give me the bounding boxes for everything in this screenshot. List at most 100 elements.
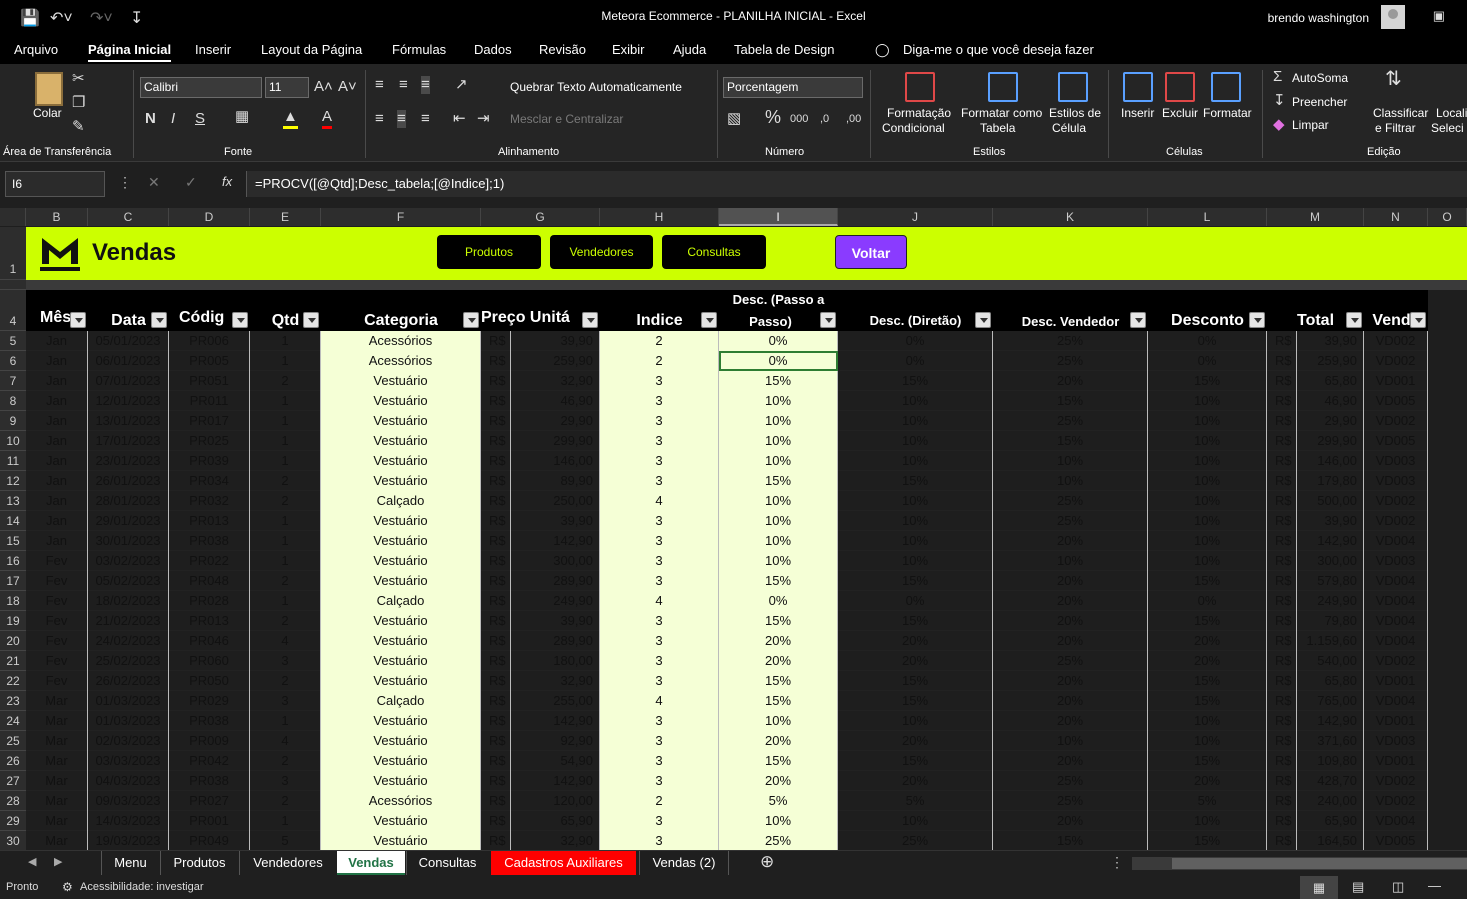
cell-total-currency[interactable]: R$ bbox=[1267, 331, 1297, 351]
cell-preco-currency[interactable]: R$ bbox=[481, 331, 511, 351]
align-middle-icon[interactable]: ≡ bbox=[399, 76, 408, 94]
cell-desc-vendedor[interactable]: 25% bbox=[993, 511, 1148, 531]
delete-cells-icon[interactable] bbox=[1165, 72, 1195, 102]
cell-total-currency[interactable]: R$ bbox=[1267, 371, 1297, 391]
cell-qtd[interactable]: 3 bbox=[250, 651, 321, 671]
cell-desc-vendedor[interactable]: 20% bbox=[993, 811, 1148, 831]
cell-desc-diretao[interactable]: 20% bbox=[838, 731, 993, 751]
cell-desc-vendedor[interactable]: 20% bbox=[993, 631, 1148, 651]
avatar[interactable] bbox=[1381, 5, 1405, 29]
cell-desc-passo[interactable]: 0% bbox=[719, 331, 838, 351]
col-header-c[interactable]: C bbox=[88, 208, 169, 226]
cell-preco[interactable]: 92,90 bbox=[511, 731, 600, 751]
cell-mes[interactable]: Jan bbox=[26, 411, 88, 431]
cell-vendedor[interactable]: VD002 bbox=[1364, 491, 1428, 511]
cell-qtd[interactable]: 2 bbox=[250, 791, 321, 811]
cell-total-currency[interactable]: R$ bbox=[1267, 811, 1297, 831]
cell-qtd[interactable]: 2 bbox=[250, 671, 321, 691]
cell-desconto[interactable]: 15% bbox=[1148, 751, 1267, 771]
shrink-font-icon[interactable]: A˅ bbox=[338, 78, 357, 96]
cut-icon[interactable]: ✂ bbox=[72, 70, 85, 88]
cell-vendedor[interactable]: VD001 bbox=[1364, 711, 1428, 731]
row-header[interactable]: 24 bbox=[0, 711, 26, 731]
cell-preco-currency[interactable]: R$ bbox=[481, 411, 511, 431]
cell-preco[interactable]: 250,00 bbox=[511, 491, 600, 511]
grow-font-icon[interactable]: A˄ bbox=[314, 78, 333, 96]
cell-total[interactable]: 79,80 bbox=[1297, 611, 1364, 631]
cell-indice[interactable]: 2 bbox=[600, 331, 719, 351]
decrease-decimal-icon[interactable]: ,00 bbox=[846, 110, 861, 128]
cell-categoria[interactable]: Vestuário bbox=[321, 751, 481, 771]
cell-total[interactable]: 249,90 bbox=[1297, 591, 1364, 611]
cell-total-currency[interactable]: R$ bbox=[1267, 391, 1297, 411]
cell-desc-passo[interactable]: 0% bbox=[719, 591, 838, 611]
cell-desc-passo[interactable]: 25% bbox=[719, 831, 838, 850]
cell-data[interactable]: 05/01/2023 bbox=[88, 331, 169, 351]
cell-desc-diretao[interactable]: 10% bbox=[838, 491, 993, 511]
cell-qtd[interactable]: 1 bbox=[250, 531, 321, 551]
cell-codigo[interactable]: PR050 bbox=[169, 671, 250, 691]
cell-preco[interactable]: 142,90 bbox=[511, 531, 600, 551]
cell-categoria[interactable]: Vestuário bbox=[321, 811, 481, 831]
bold-icon[interactable]: N bbox=[145, 110, 156, 128]
cell-indice[interactable]: 3 bbox=[600, 451, 719, 471]
cell-total-currency[interactable]: R$ bbox=[1267, 831, 1297, 850]
header-data[interactable]: Data bbox=[88, 290, 169, 331]
cell-total-currency[interactable]: R$ bbox=[1267, 731, 1297, 751]
cell-mes[interactable]: Mar bbox=[26, 691, 88, 711]
accessibility-icon[interactable]: ⚙ bbox=[62, 880, 73, 894]
cell-total-currency[interactable]: R$ bbox=[1267, 631, 1297, 651]
cell-mes[interactable]: Fev bbox=[26, 551, 88, 571]
header-desconto[interactable]: Desconto bbox=[1148, 290, 1267, 331]
cell-mes[interactable]: Mar bbox=[26, 791, 88, 811]
format-table-label-1[interactable]: Formatar como bbox=[961, 106, 1042, 120]
cell-categoria[interactable]: Calçado bbox=[321, 591, 481, 611]
header-codigo[interactable]: Códig bbox=[169, 290, 250, 331]
row-header[interactable]: 25 bbox=[0, 731, 26, 751]
cell-desc-passo[interactable]: 15% bbox=[719, 571, 838, 591]
cell-mes[interactable]: Jan bbox=[26, 371, 88, 391]
percent-icon[interactable]: % bbox=[765, 108, 781, 126]
cell-preco[interactable]: 120,00 bbox=[511, 791, 600, 811]
cell-desc-passo[interactable]: 10% bbox=[719, 811, 838, 831]
col-header-b[interactable]: B bbox=[26, 208, 88, 226]
cell-categoria[interactable]: Vestuário bbox=[321, 651, 481, 671]
cell-preco-currency[interactable]: R$ bbox=[481, 751, 511, 771]
cell-total[interactable]: 65,80 bbox=[1297, 371, 1364, 391]
cell-data[interactable]: 28/01/2023 bbox=[88, 491, 169, 511]
cell-desc-diretao[interactable]: 0% bbox=[838, 591, 993, 611]
cell-total-currency[interactable]: R$ bbox=[1267, 611, 1297, 631]
sheet-tab-consultas[interactable]: Consultas bbox=[406, 851, 488, 875]
cell-indice[interactable]: 3 bbox=[600, 411, 719, 431]
col-header-l[interactable]: L bbox=[1148, 208, 1267, 226]
align-left-icon[interactable]: ≡ bbox=[375, 110, 384, 128]
cell-vendedor[interactable]: VD005 bbox=[1364, 831, 1428, 850]
cell-qtd[interactable]: 1 bbox=[250, 391, 321, 411]
cell-mes[interactable]: Jan bbox=[26, 391, 88, 411]
cell-total-currency[interactable]: R$ bbox=[1267, 471, 1297, 491]
col-header-h[interactable]: H bbox=[600, 208, 719, 226]
cell-desconto[interactable]: 10% bbox=[1148, 411, 1267, 431]
cell-total[interactable]: 179,80 bbox=[1297, 471, 1364, 491]
cell-total[interactable]: 540,00 bbox=[1297, 651, 1364, 671]
cell-preco-currency[interactable]: R$ bbox=[481, 491, 511, 511]
align-bottom-icon[interactable]: ≡ bbox=[421, 76, 430, 94]
fill-color-icon[interactable]: ▲ bbox=[283, 108, 298, 129]
cell-total-currency[interactable]: R$ bbox=[1267, 491, 1297, 511]
row-header[interactable]: 11 bbox=[0, 451, 26, 471]
find-select-label-1[interactable]: Locali bbox=[1436, 106, 1467, 120]
header-total[interactable]: Total bbox=[1267, 290, 1364, 331]
header-mes[interactable]: Mês bbox=[26, 290, 88, 331]
cell-data[interactable]: 26/02/2023 bbox=[88, 671, 169, 691]
header-categoria[interactable]: Categoria bbox=[321, 290, 481, 331]
cell-data[interactable]: 21/02/2023 bbox=[88, 611, 169, 631]
font-size-select[interactable]: 11 bbox=[265, 77, 309, 98]
cell-desc-passo[interactable]: 15% bbox=[719, 671, 838, 691]
sort-filter-label-1[interactable]: Classificar bbox=[1373, 106, 1428, 120]
autosum-label[interactable]: AutoSoma bbox=[1292, 71, 1348, 85]
cell-preco-currency[interactable]: R$ bbox=[481, 691, 511, 711]
tab-inserir[interactable]: Inserir bbox=[195, 42, 231, 57]
clear-icon[interactable]: ◆ bbox=[1273, 116, 1285, 134]
cell-mes[interactable]: Fev bbox=[26, 631, 88, 651]
cell-indice[interactable]: 3 bbox=[600, 571, 719, 591]
